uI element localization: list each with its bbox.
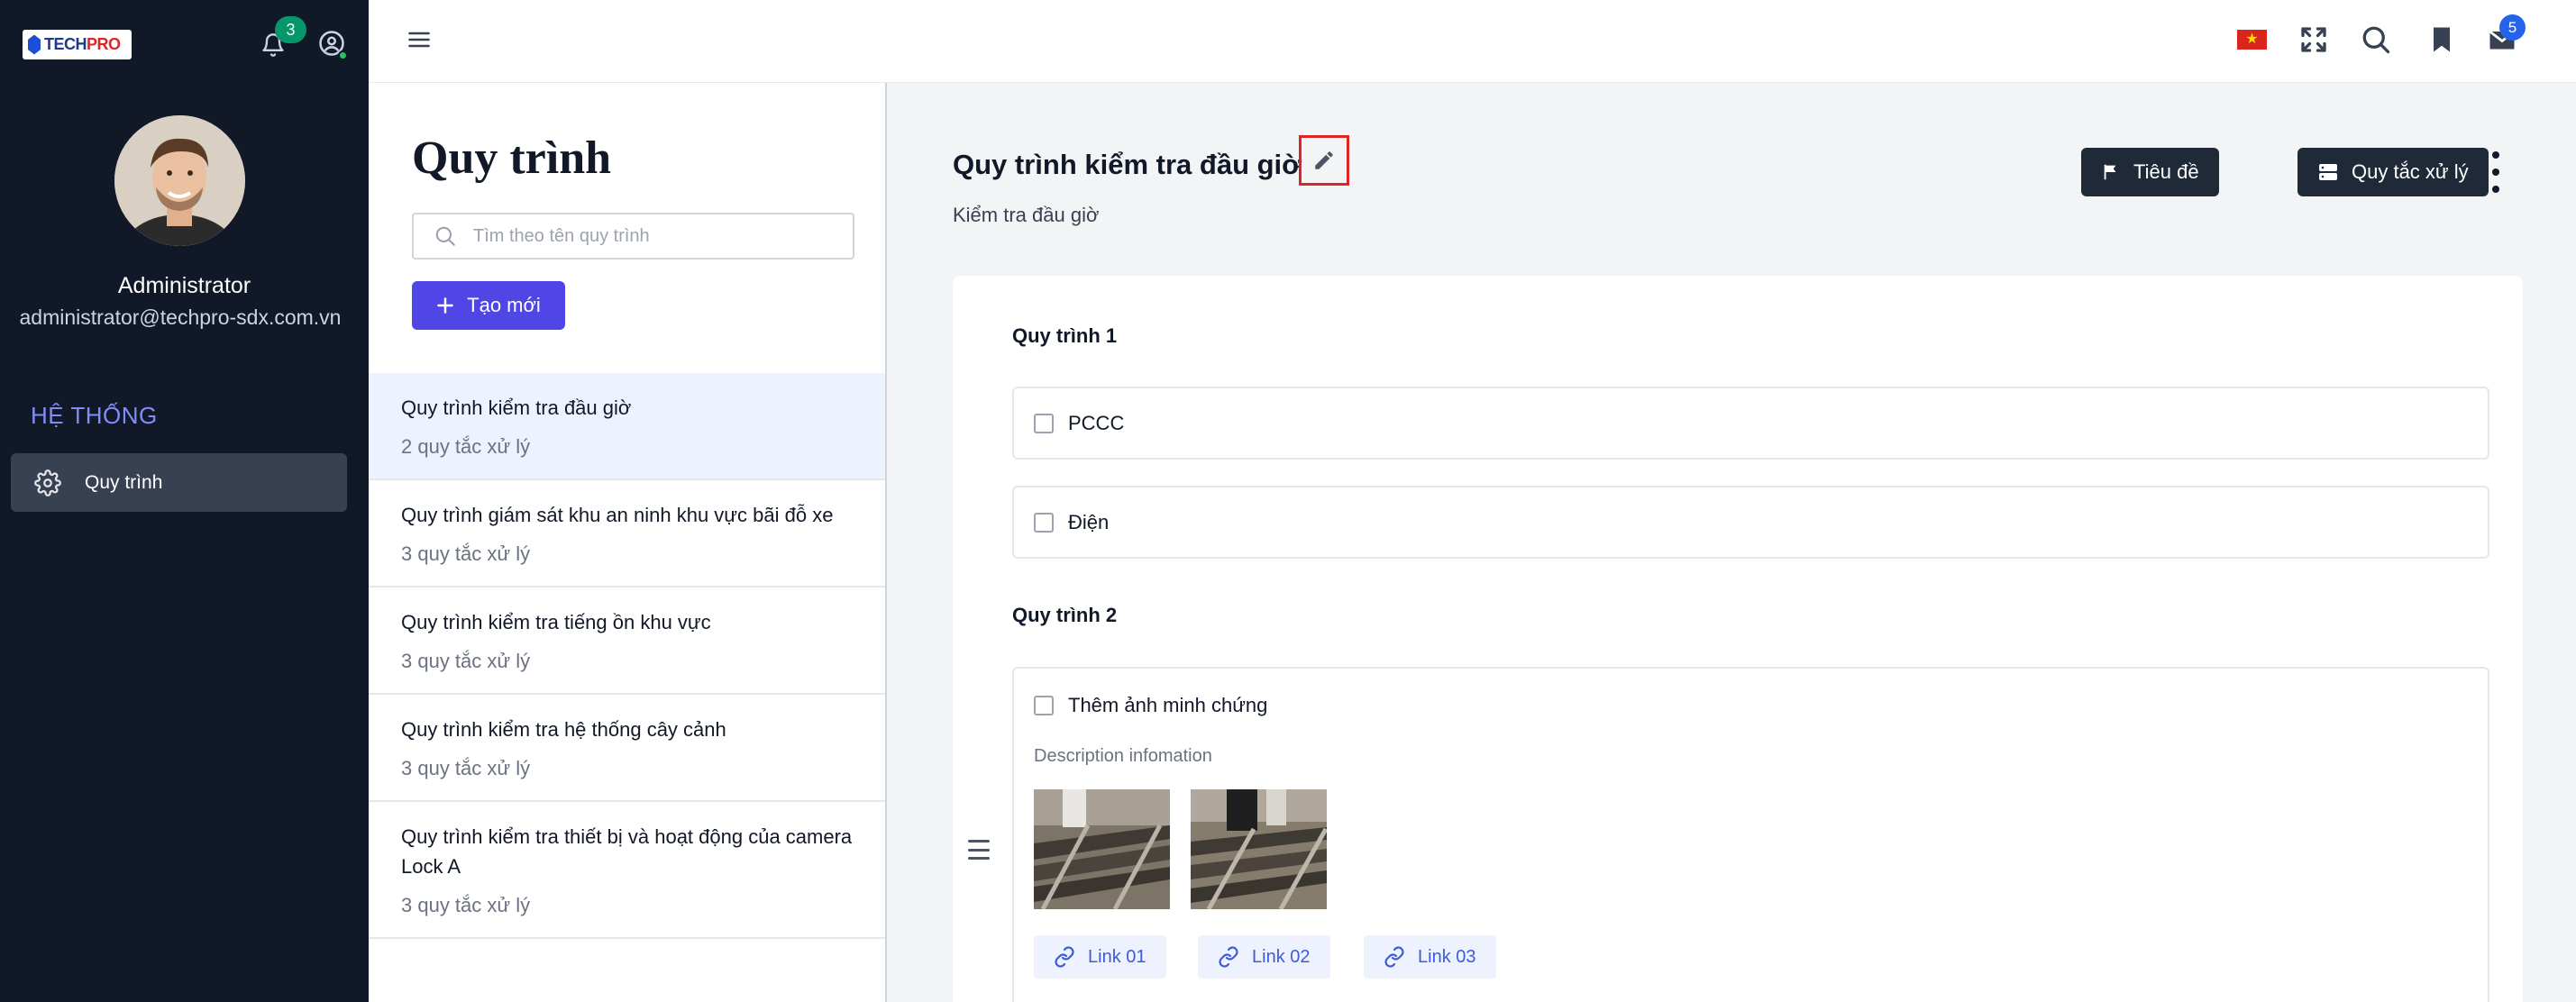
bookmark-icon[interactable] — [2425, 23, 2458, 56]
process-detail: Quy trình kiểm tra đầu giờ Kiểm tra đầu … — [887, 83, 2576, 1002]
list-item[interactable]: Quy trình kiểm tra tiếng ồn khu vực 3 qu… — [369, 588, 885, 695]
drag-handle-icon[interactable] — [968, 840, 990, 860]
list-item-subtitle: 3 quy tắc xử lý — [401, 542, 531, 565]
flag-icon — [2104, 164, 2116, 180]
user-name: Administrator — [117, 273, 251, 298]
list-item[interactable]: Quy trình kiểm tra thiết bị và hoạt động… — [369, 802, 885, 939]
evidence-item-label: Thêm ảnh minh chứng — [1068, 694, 1268, 716]
group-title: Quy trình 1 — [1012, 324, 1118, 347]
list-item-subtitle: 3 quy tắc xử lý — [401, 757, 531, 779]
header-button[interactable]: Tiêu đề — [2081, 148, 2219, 196]
link-01[interactable]: Link 01 — [1034, 935, 1166, 979]
link-label: Link 03 — [1418, 946, 1476, 967]
process-list-panel: Quy trình Tạo mới Quy trình kiểm tra đầu… — [369, 83, 887, 1002]
evidence-photo-1[interactable] — [1034, 789, 1170, 909]
link-label: Link 01 — [1088, 946, 1146, 967]
more-options-icon[interactable] — [2489, 151, 2502, 193]
link-03[interactable]: Link 03 — [1364, 935, 1496, 979]
list-item-title: Quy trình kiểm tra hệ thống cây cảnh — [401, 718, 726, 741]
flag-star: ★ — [2245, 32, 2259, 47]
gear-icon — [34, 469, 61, 496]
avatar-portrait — [114, 115, 245, 246]
evidence-description: Description infomation — [1034, 746, 1212, 766]
create-new-button[interactable]: Tạo mới — [412, 281, 565, 330]
checklist-item: PCCC — [1012, 387, 2489, 460]
list-item[interactable]: Quy trình kiểm tra hệ thống cây cảnh 3 q… — [369, 695, 885, 802]
checkbox[interactable] — [1034, 413, 1054, 433]
checkbox[interactable] — [1034, 512, 1054, 533]
vietnam-flag-icon[interactable]: ★ — [2237, 30, 2267, 50]
evidence-item-header: Thêm ảnh minh chứng — [1034, 694, 1267, 717]
process-list: Quy trình kiểm tra đầu giờ 2 quy tắc xử … — [369, 373, 885, 939]
checklist-item-label: PCCC — [1068, 411, 1125, 434]
pencil-icon — [1315, 151, 1333, 169]
section-title-system: HỆ THỐNG — [31, 402, 158, 429]
link-icon — [1055, 946, 1074, 968]
search-icon — [435, 226, 455, 246]
notification-count-badge: 3 — [275, 16, 306, 43]
page-title: Quy trình — [412, 132, 612, 184]
user-email: administrator@techpro-sdx.com.vn — [19, 305, 342, 329]
detail-title: Quy trình kiểm tra đầu giờ — [953, 149, 1302, 180]
rules-button-label: Quy tắc xử lý — [2352, 160, 2469, 183]
link-02[interactable]: Link 02 — [1198, 935, 1330, 979]
sidebar-item-label: Quy trình — [85, 471, 163, 493]
mail-count-badge: 5 — [2499, 14, 2526, 41]
rules-button[interactable]: Quy tắc xử lý — [2297, 148, 2489, 196]
detail-subtitle: Kiểm tra đầu giờ — [953, 204, 1100, 226]
link-label: Link 02 — [1252, 946, 1311, 967]
list-item-subtitle: 2 quy tắc xử lý — [401, 435, 531, 458]
techpro-logo[interactable]: TECHPRO — [23, 30, 132, 59]
edit-title-button[interactable] — [1299, 135, 1349, 186]
logo-mark-icon — [28, 34, 41, 55]
list-item-subtitle: 3 quy tắc xử lý — [401, 650, 531, 672]
evidence-photo-1-image — [1034, 789, 1170, 909]
checklist-item: Điện — [1012, 486, 2489, 559]
avatar[interactable] — [114, 115, 245, 246]
evidence-photo-2[interactable] — [1191, 789, 1327, 909]
list-item[interactable]: Quy trình giám sát khu an ninh khu vực b… — [369, 480, 885, 588]
evidence-item: Thêm ảnh minh chứng Description infomati… — [1012, 667, 2489, 1002]
group-title: Quy trình 2 — [1012, 604, 1118, 626]
menu-icon[interactable] — [406, 27, 432, 52]
sidebar-item-quy-trinh[interactable]: Quy trình — [11, 453, 347, 512]
header-button-label: Tiêu đề — [2133, 160, 2199, 183]
process-steps-card: Quy trình 1 PCCC Điện Quy trình 2 Thêm ả… — [953, 276, 2523, 1002]
evidence-photo-2-image — [1191, 789, 1327, 909]
search-box — [412, 213, 854, 260]
list-item-title: Quy trình kiểm tra đầu giờ — [401, 396, 632, 419]
link-icon — [1384, 946, 1404, 968]
sidebar: TECHPRO 3 Administrator administrator@te… — [0, 0, 369, 1002]
top-header: ★ 5 — [369, 0, 2576, 83]
link-icon — [1219, 946, 1238, 968]
logo-text-accent: PRO — [87, 35, 121, 53]
plus-icon — [437, 297, 453, 314]
fullscreen-icon[interactable] — [2297, 23, 2330, 56]
list-item-title: Quy trình giám sát khu an ninh khu vực b… — [401, 504, 834, 526]
list-item-subtitle: 3 quy tắc xử lý — [401, 894, 531, 916]
list-item-title: Quy trình kiểm tra tiếng ồn khu vực — [401, 611, 711, 633]
checklist-item-label: Điện — [1068, 510, 1110, 533]
search-input[interactable] — [473, 225, 834, 247]
list-item-title: Quy trình kiểm tra thiết bị và hoạt động… — [401, 825, 853, 878]
search-icon[interactable] — [2360, 23, 2392, 56]
logo-text-main: TECH — [44, 35, 87, 53]
list-item[interactable]: Quy trình kiểm tra đầu giờ 2 quy tắc xử … — [369, 373, 885, 480]
online-status-dot — [338, 50, 348, 60]
checkbox[interactable] — [1034, 696, 1054, 715]
create-new-label: Tạo mới — [467, 294, 541, 316]
server-icon — [2319, 164, 2337, 180]
